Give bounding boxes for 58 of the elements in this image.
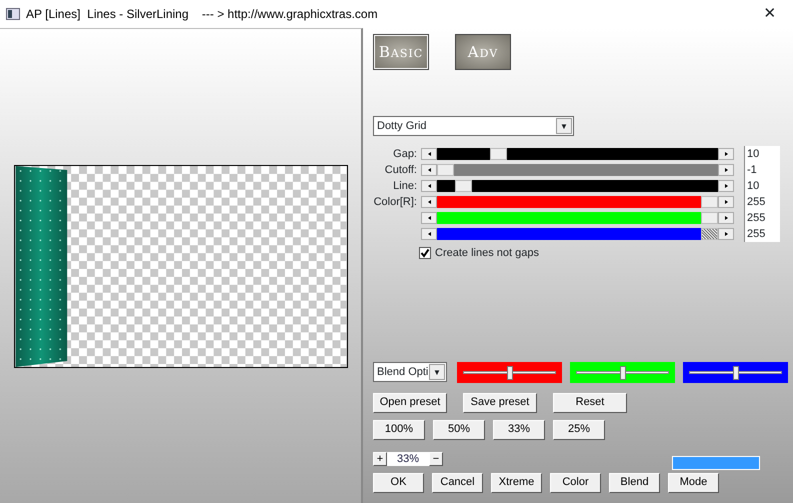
dialog-button[interactable]: Color: [550, 472, 601, 492]
zoom-preset-button[interactable]: 25%: [553, 420, 605, 440]
slider-thumb[interactable]: [437, 164, 454, 176]
slider-thumb[interactable]: [455, 180, 472, 192]
preset-button[interactable]: Reset: [553, 392, 627, 412]
slider-thumb[interactable]: [701, 196, 718, 208]
preset-button[interactable]: Save preset: [463, 392, 537, 412]
color-swatch[interactable]: [672, 456, 760, 470]
dialog-button[interactable]: OK: [373, 472, 424, 492]
right-arrow-icon[interactable]: [724, 168, 728, 172]
preset-dropdown[interactable]: Dotty Grid ▼: [373, 116, 574, 136]
channel-slider[interactable]: [457, 362, 562, 382]
blend-dropdown[interactable]: Blend Opti ▼: [373, 362, 447, 382]
value-field[interactable]: 10: [744, 146, 780, 162]
slider-label: Cutoff:: [384, 162, 418, 178]
app-icon: [6, 8, 20, 20]
value-field[interactable]: 255: [744, 210, 780, 226]
slider-label: Line:: [392, 178, 418, 194]
slider-thumb[interactable]: [506, 366, 512, 380]
slider-thumb[interactable]: [732, 366, 738, 380]
slider-thumb[interactable]: [701, 212, 718, 224]
right-arrow-icon[interactable]: [724, 232, 728, 236]
value-field[interactable]: 255: [744, 226, 780, 242]
left-arrow-icon[interactable]: [428, 184, 430, 188]
left-arrow-icon[interactable]: [428, 232, 430, 236]
checkbox[interactable]: [419, 247, 431, 260]
dialog-button[interactable]: Xtreme: [491, 472, 542, 492]
dialog-button[interactable]: Mode: [668, 472, 719, 492]
left-arrow-icon[interactable]: [428, 200, 430, 204]
left-arrow-icon[interactable]: [428, 216, 430, 220]
preset-button[interactable]: Open preset: [373, 392, 447, 412]
zoom-preset-button[interactable]: 33%: [493, 420, 545, 440]
slider-label: Gap:: [392, 146, 418, 162]
slider-thumb[interactable]: [490, 148, 507, 160]
left-arrow-icon[interactable]: [428, 168, 430, 172]
zoom-preset-button[interactable]: 100%: [373, 420, 425, 440]
dialog-button[interactable]: Blend: [609, 472, 660, 492]
right-arrow-icon[interactable]: [724, 152, 728, 156]
dialog-button[interactable]: Cancel: [432, 472, 483, 492]
value-field[interactable]: 10: [744, 178, 780, 194]
window-title: AP [Lines] Lines - SilverLining --- > http://www.graphicxtras.com: [26, 6, 379, 23]
value-field[interactable]: -1: [744, 162, 780, 178]
zoom-preset-button[interactable]: 50%: [433, 420, 485, 440]
value-field[interactable]: 255: [744, 194, 780, 210]
zoom-in-button[interactable]: +: [373, 452, 387, 466]
left-arrow-icon[interactable]: [428, 152, 430, 156]
zoom-out-button[interactable]: −: [429, 452, 443, 466]
close-button[interactable]: ✕: [753, 2, 787, 26]
slider-thumb[interactable]: [701, 228, 718, 240]
right-arrow-icon[interactable]: [724, 200, 728, 204]
zoom-field[interactable]: 33%: [387, 452, 429, 466]
right-arrow-icon[interactable]: [724, 184, 728, 188]
checkbox-label: Create lines not gaps: [435, 246, 539, 261]
slider-label: Color[R]:: [373, 194, 418, 210]
channel-slider[interactable]: [683, 362, 788, 382]
slider-thumb[interactable]: [620, 366, 626, 380]
channel-slider[interactable]: [570, 362, 675, 382]
right-arrow-icon[interactable]: [724, 216, 728, 220]
